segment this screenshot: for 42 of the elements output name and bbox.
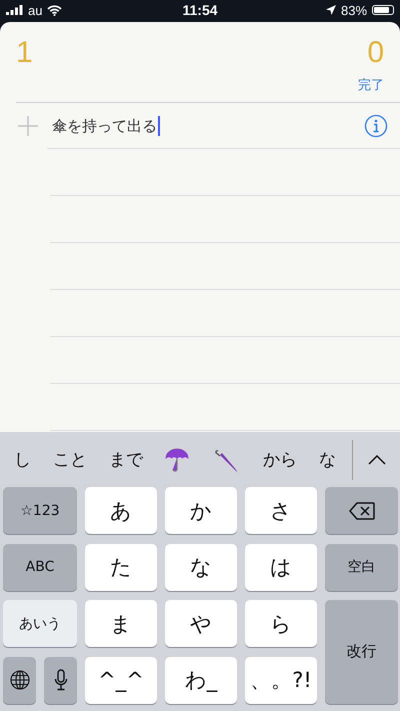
key[interactable]: ^_^: [85, 656, 157, 704]
candidate-word[interactable]: な: [319, 448, 336, 471]
battery-icon: [372, 5, 394, 15]
key[interactable]: ま: [85, 600, 157, 647]
globe-key[interactable]: [3, 656, 36, 704]
location-arrow-icon: [326, 5, 336, 15]
key[interactable]: か: [165, 487, 237, 534]
function-key[interactable]: 空白: [325, 544, 398, 590]
key[interactable]: 、。?!: [245, 656, 317, 704]
candidate-word[interactable]: から: [263, 448, 297, 471]
info-icon[interactable]: [364, 114, 388, 138]
wifi-icon: [47, 4, 62, 16]
backspace-icon: [348, 502, 374, 520]
clock-time: 11:54: [182, 2, 218, 18]
key[interactable]: や: [165, 600, 237, 647]
function-key[interactable]: ABC: [3, 544, 77, 590]
battery-percent: 83%: [340, 2, 368, 18]
microphone-icon: [54, 669, 68, 691]
key[interactable]: た: [85, 544, 157, 590]
candidate-word[interactable]: まで: [109, 448, 143, 471]
backspace-key[interactable]: [325, 487, 398, 534]
key[interactable]: ら: [245, 600, 317, 647]
return-key[interactable]: 改行: [325, 600, 398, 704]
completed-count: 0: [367, 36, 384, 70]
key[interactable]: わ_: [165, 656, 237, 704]
item-count: 1: [16, 36, 33, 71]
candidate-word[interactable]: し: [14, 448, 31, 471]
input-mode-key[interactable]: あいう: [3, 600, 77, 647]
carrier-name: au: [28, 2, 42, 18]
key[interactable]: な: [165, 544, 237, 590]
globe-icon: [10, 670, 30, 690]
reminder-input-field[interactable]: 傘を持って出る: [52, 116, 364, 136]
completed-link[interactable]: 完了: [358, 76, 384, 94]
key[interactable]: あ: [85, 487, 157, 534]
signal-icon: [6, 5, 23, 15]
candidate-word[interactable]: こと: [53, 448, 87, 471]
microphone-key[interactable]: [44, 656, 77, 704]
function-key[interactable]: ☆123: [3, 487, 77, 534]
key[interactable]: は: [245, 544, 317, 590]
chevron-up-icon[interactable]: [368, 454, 386, 464]
key[interactable]: さ: [245, 487, 317, 534]
umbrella-icon[interactable]: [165, 446, 189, 472]
